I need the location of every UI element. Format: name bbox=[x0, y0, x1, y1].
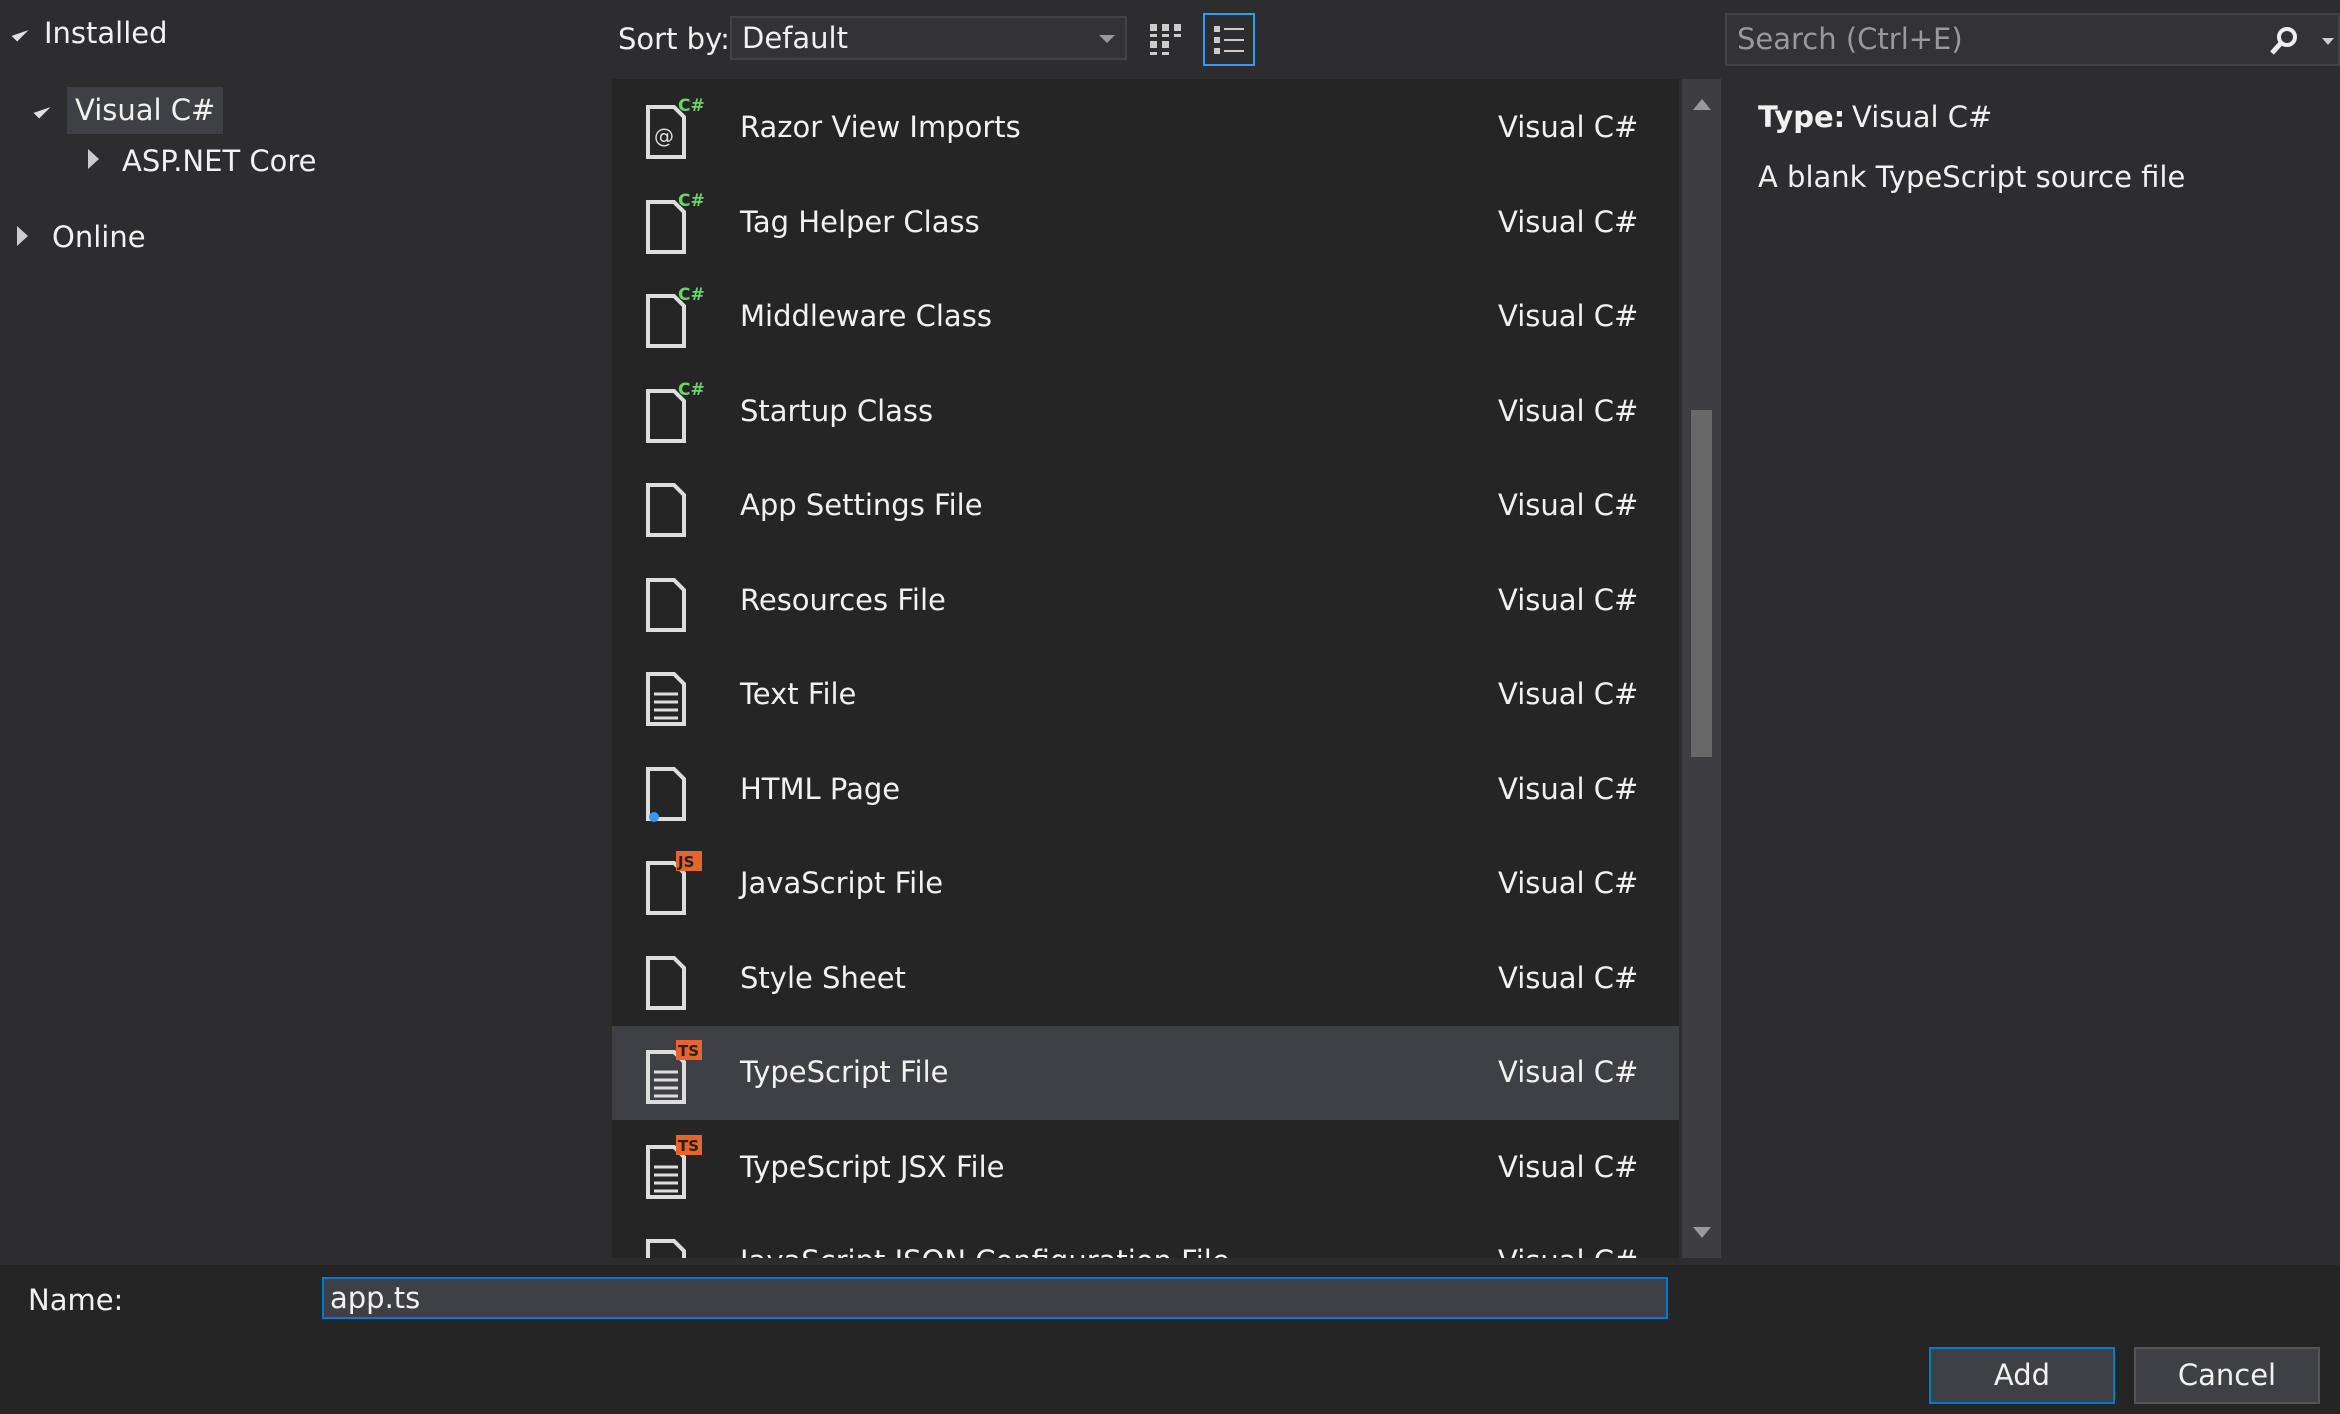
tree-item-visual-csharp[interactable]: Visual C# bbox=[67, 87, 224, 134]
search-input[interactable]: Search (Ctrl+E) bbox=[1725, 13, 2340, 66]
name-input[interactable]: app.ts bbox=[322, 1277, 1668, 1319]
sort-value: Default bbox=[742, 20, 848, 55]
class-file-icon: C# bbox=[646, 191, 704, 254]
expanded-triangle-icon bbox=[33, 101, 51, 119]
text-file-icon bbox=[646, 672, 686, 726]
resources-file-icon bbox=[646, 577, 686, 632]
sort-by-label: Sort by: bbox=[618, 22, 730, 56]
html-file-icon bbox=[646, 766, 686, 822]
type-value: Visual C# bbox=[1852, 100, 1993, 134]
template-name: JavaScript JSON Configuration File bbox=[740, 1247, 1230, 1259]
chevron-down-icon bbox=[1099, 35, 1115, 43]
name-input-value: app.ts bbox=[330, 1280, 421, 1315]
tree-item-online[interactable]: Online bbox=[52, 214, 146, 260]
tree-item-aspnet-core[interactable]: ASP.NET Core bbox=[122, 138, 317, 184]
aspnet-core-label: ASP.NET Core bbox=[122, 143, 317, 178]
template-type: Visual C# bbox=[1498, 488, 1639, 522]
svg-text:JS: JS bbox=[677, 853, 694, 871]
svg-text:C#: C# bbox=[678, 285, 704, 305]
template-row[interactable]: Style Sheet Visual C# bbox=[612, 932, 1679, 1026]
online-label: Online bbox=[52, 219, 146, 254]
tree-item-installed[interactable]: Installed bbox=[11, 10, 168, 56]
template-row[interactable]: TS TypeScript JSX File Visual C# bbox=[612, 1121, 1679, 1215]
template-row[interactable]: Text File Visual C# bbox=[612, 648, 1679, 742]
template-name: Razor View Imports bbox=[740, 110, 1021, 144]
template-name: HTML Page bbox=[740, 771, 901, 806]
javascript-file-icon: JS bbox=[646, 851, 702, 915]
template-type: Visual C# bbox=[1498, 299, 1639, 333]
template-type: Visual C# bbox=[1498, 582, 1639, 617]
template-row[interactable]: C# Startup Class Visual C# bbox=[612, 365, 1679, 459]
collapsed-triangle-icon bbox=[88, 149, 99, 169]
stylesheet-file-icon bbox=[646, 955, 686, 1010]
add-button[interactable]: Add bbox=[1929, 1347, 2115, 1404]
template-row[interactable]: @ C# Razor View Imports Visual C# bbox=[612, 81, 1679, 175]
template-name: TypeScript File bbox=[740, 1055, 949, 1089]
template-name: JavaScript File bbox=[740, 866, 944, 900]
template-type: Visual C# bbox=[1498, 110, 1639, 144]
template-row[interactable]: JavaScript JSON Configuration File Visua… bbox=[612, 1215, 1679, 1258]
template-name: TypeScript JSX File bbox=[740, 1149, 1005, 1184]
template-row[interactable]: Resources File Visual C# bbox=[612, 554, 1679, 648]
template-type: Visual C# bbox=[1498, 960, 1639, 995]
template-row[interactable]: TS TypeScript File Visual C# bbox=[612, 1026, 1679, 1120]
svg-text:TS: TS bbox=[678, 1042, 699, 1060]
svg-text:@: @ bbox=[654, 124, 674, 148]
template-name: Startup Class bbox=[740, 393, 934, 428]
settings-file-icon bbox=[646, 483, 686, 537]
template-name: Text File bbox=[740, 677, 857, 711]
template-type: Visual C# bbox=[1498, 393, 1639, 428]
scroll-down-arrow-icon[interactable] bbox=[1693, 1227, 1711, 1238]
template-type: Visual C# bbox=[1498, 866, 1639, 900]
razor-file-icon: @C# bbox=[646, 96, 704, 159]
sort-dropdown[interactable]: Default bbox=[730, 16, 1127, 60]
template-type: Visual C# bbox=[1498, 204, 1639, 239]
name-label: Name: bbox=[28, 1283, 124, 1317]
template-type: Visual C# bbox=[1498, 1149, 1639, 1184]
scrollbar-thumb[interactable] bbox=[1691, 410, 1712, 757]
search-placeholder: Search (Ctrl+E) bbox=[1737, 22, 1963, 56]
add-label: Add bbox=[1993, 1358, 2051, 1392]
class-file-icon: C# bbox=[646, 380, 704, 443]
typescript-file-icon: TS bbox=[646, 1134, 702, 1199]
svg-text:C#: C# bbox=[678, 191, 704, 211]
list-view-button[interactable] bbox=[1203, 13, 1255, 66]
grid-view-button[interactable] bbox=[1140, 13, 1192, 66]
template-description: A blank TypeScript source file bbox=[1758, 160, 2186, 194]
installed-label: Installed bbox=[44, 15, 168, 50]
list-view-icon bbox=[1214, 25, 1244, 54]
cancel-label: Cancel bbox=[2177, 1358, 2277, 1392]
template-name: App Settings File bbox=[740, 488, 983, 522]
template-name: Tag Helper Class bbox=[740, 204, 980, 239]
scroll-up-arrow-icon[interactable] bbox=[1693, 99, 1711, 110]
type-label: Type: bbox=[1758, 100, 1846, 134]
class-file-icon: C# bbox=[646, 285, 704, 348]
template-row[interactable]: C# Middleware Class Visual C# bbox=[612, 270, 1679, 364]
search-options-chevron-icon[interactable] bbox=[2322, 38, 2334, 45]
template-name: Style Sheet bbox=[740, 960, 906, 995]
expanded-triangle-icon bbox=[11, 24, 29, 42]
template-row[interactable]: HTML Page Visual C# bbox=[612, 743, 1679, 837]
typescript-file-icon: TS bbox=[646, 1040, 702, 1104]
cancel-button[interactable]: Cancel bbox=[2134, 1347, 2320, 1404]
template-type: Visual C# bbox=[1498, 677, 1639, 711]
search-icon[interactable] bbox=[2268, 25, 2300, 57]
template-list: @ C# Razor View Imports Visual C# C# Tag H… bbox=[612, 79, 1679, 1258]
svg-text:TS: TS bbox=[678, 1137, 699, 1155]
template-row[interactable]: C# Tag Helper Class Visual C# bbox=[612, 176, 1679, 270]
visual-csharp-label: Visual C# bbox=[75, 93, 216, 127]
template-name: Resources File bbox=[740, 582, 946, 617]
template-type: Visual C# bbox=[1498, 1055, 1639, 1089]
collapsed-triangle-icon bbox=[17, 226, 28, 246]
grid-view-icon bbox=[1150, 23, 1181, 55]
template-row[interactable]: App Settings File Visual C# bbox=[612, 459, 1679, 553]
json-file-icon bbox=[646, 1239, 686, 1258]
svg-text:C#: C# bbox=[678, 96, 704, 116]
template-row[interactable]: JS JavaScript File Visual C# bbox=[612, 837, 1679, 931]
template-type: Visual C# bbox=[1498, 1247, 1638, 1259]
svg-text:C#: C# bbox=[678, 380, 704, 400]
template-type: Visual C# bbox=[1498, 771, 1639, 806]
template-name: Middleware Class bbox=[740, 299, 992, 333]
